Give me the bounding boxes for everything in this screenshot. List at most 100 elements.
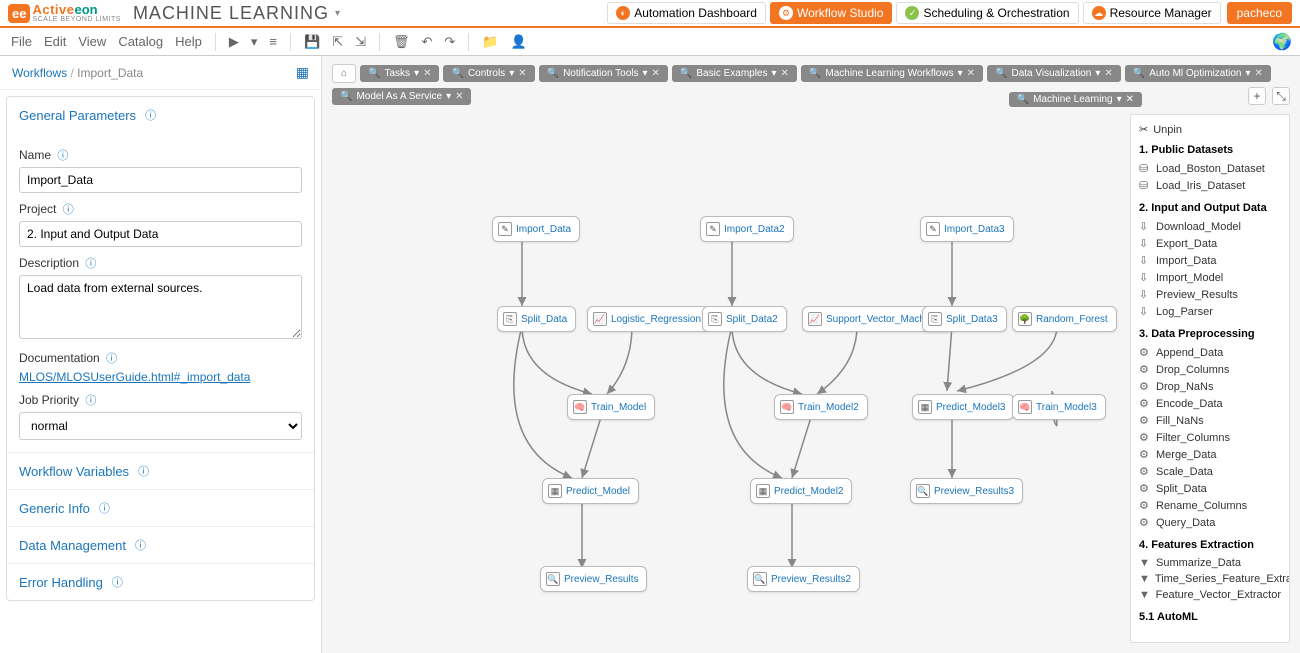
close-icon[interactable]: ✕ (1255, 68, 1263, 79)
menu-catalog[interactable]: Catalog (115, 32, 166, 51)
palette-item[interactable]: ▼Feature_Vector_Extractor (1139, 587, 1281, 603)
section-variables[interactable]: Workflow Variablesⓘ (7, 452, 314, 489)
import-icon: ✎ (706, 222, 720, 236)
node-train-model3[interactable]: 🧠Train_Model3 (1012, 394, 1106, 420)
redo-icon[interactable]: ↷ (441, 32, 458, 52)
palette-item[interactable]: ⚙Append_Data (1139, 344, 1281, 361)
tab-automl[interactable]: 🔍 Auto Ml Optimization ▾ ✕ (1125, 65, 1271, 82)
project-input[interactable] (19, 221, 302, 247)
palette-item[interactable]: ⇩Log_Parser (1139, 303, 1281, 320)
workflow-studio-button[interactable]: ⚙Workflow Studio (770, 2, 892, 24)
node-split-data3[interactable]: ⎘Split_Data3 (922, 306, 1007, 332)
description-input[interactable]: Load data from external sources. (19, 275, 302, 339)
breadcrumb-root[interactable]: Workflows (12, 66, 67, 80)
palette-item[interactable]: ⚙Filter_Columns (1139, 429, 1281, 446)
section-general[interactable]: General Parametersⓘ (7, 97, 314, 133)
menu-edit[interactable]: Edit (41, 32, 69, 51)
palette-item[interactable]: ⚙Split_Data (1139, 480, 1281, 497)
close-icon[interactable]: ✕ (781, 68, 789, 79)
ml-palette-tag[interactable]: 🔍 Machine Learning ▾ ✕ (1009, 92, 1142, 107)
palette-item[interactable]: ⚙Merge_Data (1139, 446, 1281, 463)
user-menu[interactable]: pacheco (1227, 2, 1292, 24)
palette-item[interactable]: ⇩Download_Model (1139, 218, 1281, 235)
node-import-data2[interactable]: ✎Import_Data2 (700, 216, 794, 242)
globe-icon[interactable]: 🌍 (1272, 32, 1292, 52)
close-icon[interactable]: ✕ (1104, 68, 1112, 79)
palette-item[interactable]: ⇩Preview_Results (1139, 286, 1281, 303)
palette-item[interactable]: ⛁Load_Boston_Dataset (1139, 160, 1281, 177)
close-icon[interactable]: ✕ (518, 68, 526, 79)
page-title: MACHINE LEARNING (133, 3, 329, 24)
node-train-model[interactable]: 🧠Train_Model (567, 394, 655, 420)
play-dropdown-icon[interactable]: ▾ (248, 32, 261, 52)
folder-icon[interactable]: 📁 (479, 32, 501, 52)
close-icon[interactable]: ✕ (1126, 94, 1134, 105)
palette-item[interactable]: ⚙Query_Data (1139, 514, 1281, 531)
palette-item[interactable]: ⚙Scale_Data (1139, 463, 1281, 480)
palette-item[interactable]: ⚙Encode_Data (1139, 395, 1281, 412)
palette-item[interactable]: ⚙Drop_NaNs (1139, 378, 1281, 395)
close-icon[interactable]: ✕ (455, 91, 463, 102)
node-predict-model2[interactable]: ▦Predict_Model2 (750, 478, 852, 504)
undo-icon[interactable]: ↶ (419, 32, 436, 52)
save-icon[interactable]: 💾 (301, 32, 323, 52)
close-icon[interactable]: ✕ (652, 68, 660, 79)
export-icon[interactable]: ⇲ (352, 32, 369, 52)
documentation-link[interactable]: MLOS/MLOSUserGuide.html#_import_data (19, 370, 302, 384)
import-icon[interactable]: ⇱ (329, 32, 346, 52)
node-preview-results2[interactable]: 🔍Preview_Results2 (747, 566, 860, 592)
unpin-button[interactable]: ✂Unpin (1139, 123, 1281, 136)
node-import-data3[interactable]: ✎Import_Data3 (920, 216, 1014, 242)
list-icon[interactable]: ≡ (266, 32, 280, 51)
tab-basic-examples[interactable]: 🔍 Basic Examples ▾ ✕ (672, 65, 797, 82)
title-dropdown-icon[interactable]: ▾ (335, 8, 340, 19)
node-preview-results[interactable]: 🔍Preview_Results (540, 566, 647, 592)
palette-item[interactable]: ▼Time_Series_Feature_Extraction (1139, 571, 1281, 587)
play-icon[interactable]: ▶ (226, 32, 242, 52)
node-predict-model3[interactable]: ▦Predict_Model3 (912, 394, 1014, 420)
workflow-canvas[interactable]: ⌂ 🔍 Tasks ▾ ✕ 🔍 Controls ▾ ✕ 🔍 Notificat… (322, 56, 1300, 653)
close-icon[interactable]: ✕ (967, 68, 975, 79)
node-import-data[interactable]: ✎Import_Data (492, 216, 580, 242)
menu-view[interactable]: View (75, 32, 109, 51)
section-generic-info[interactable]: Generic Infoⓘ (7, 489, 314, 526)
grid-view-icon[interactable]: ▦ (296, 64, 309, 81)
user-folder-icon[interactable]: 👤 (508, 32, 530, 52)
palette-item[interactable]: ⇩Export_Data (1139, 235, 1281, 252)
add-tab-button[interactable]: + (1248, 87, 1266, 105)
tab-ml-workflows[interactable]: 🔍 Machine Learning Workflows ▾ ✕ (801, 65, 983, 82)
tab-notification[interactable]: 🔍 Notification Tools ▾ ✕ (539, 65, 668, 82)
tab-tasks[interactable]: 🔍 Tasks ▾ ✕ (360, 65, 439, 82)
tab-controls[interactable]: 🔍 Controls ▾ ✕ (443, 65, 534, 82)
automation-dashboard-button[interactable]: ◐Automation Dashboard (607, 2, 766, 24)
palette-item[interactable]: ⇩Import_Data (1139, 252, 1281, 269)
palette-item[interactable]: ▼Summarize_Data (1139, 555, 1281, 571)
resource-manager-button[interactable]: ☁Resource Manager (1083, 2, 1221, 24)
palette-item[interactable]: ⚙Drop_Columns (1139, 361, 1281, 378)
tab-home[interactable]: ⌂ (332, 64, 356, 83)
tab-data-viz[interactable]: 🔍 Data Visualization ▾ ✕ (987, 65, 1121, 82)
collapse-tabs-button[interactable]: ⤡ (1272, 87, 1290, 105)
node-logistic-regression[interactable]: 📈Logistic_Regression (587, 306, 710, 332)
palette-item[interactable]: ⛁Load_Iris_Dataset (1139, 177, 1281, 194)
menu-help[interactable]: Help (172, 32, 205, 51)
section-error-handling[interactable]: Error Handlingⓘ (7, 563, 314, 600)
split-icon: ⎘ (503, 312, 517, 326)
node-split-data[interactable]: ⎘Split_Data (497, 306, 576, 332)
node-predict-model[interactable]: ▦Predict_Model (542, 478, 639, 504)
trash-icon[interactable]: 🗑 (390, 32, 413, 52)
palette-item[interactable]: ⚙Fill_NaNs (1139, 412, 1281, 429)
name-input[interactable] (19, 167, 302, 193)
node-random-forest[interactable]: 🌳Random_Forest (1012, 306, 1117, 332)
node-preview-results3[interactable]: 🔍Preview_Results3 (910, 478, 1023, 504)
priority-select[interactable]: normal (19, 412, 302, 440)
tab-model-service[interactable]: 🔍 Model As A Service ▾ ✕ (332, 88, 471, 105)
scheduling-button[interactable]: ✓Scheduling & Orchestration (896, 2, 1078, 24)
node-split-data2[interactable]: ⎘Split_Data2 (702, 306, 787, 332)
node-train-model2[interactable]: 🧠Train_Model2 (774, 394, 868, 420)
menu-file[interactable]: File (8, 32, 35, 51)
palette-item[interactable]: ⚙Rename_Columns (1139, 497, 1281, 514)
section-data-management[interactable]: Data Managementⓘ (7, 526, 314, 563)
close-icon[interactable]: ✕ (423, 68, 431, 79)
palette-item[interactable]: ⇩Import_Model (1139, 269, 1281, 286)
